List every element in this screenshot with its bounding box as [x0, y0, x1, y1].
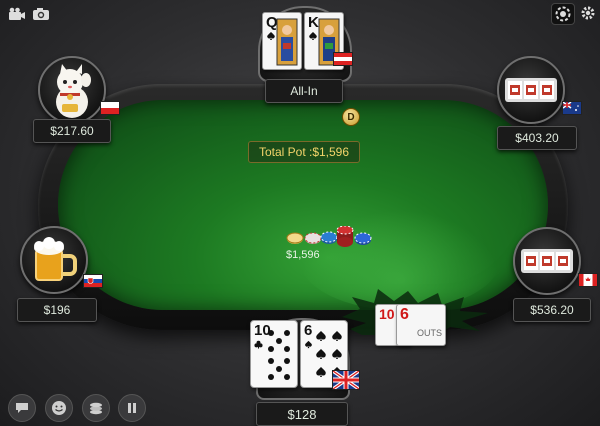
chat-icon [16, 403, 28, 413]
seat-left-stack: $196 [17, 298, 97, 322]
dealer-button: D [342, 108, 360, 126]
hero-card-1: 10 [250, 320, 298, 388]
total-pot-label: Total Pot :$1,596 [248, 141, 360, 163]
slovakia-flag-icon [83, 274, 103, 288]
video-camera-icon[interactable] [6, 4, 28, 24]
seat-right-avatar[interactable] [513, 227, 581, 295]
austria-flag-icon [333, 52, 353, 66]
slot-machine-icon [505, 78, 557, 102]
seat-left-avatar[interactable] [20, 226, 88, 294]
seat-top-card-1: Q [262, 12, 302, 70]
seat-top-status: All-In [265, 79, 343, 103]
beer-mug-icon [34, 237, 77, 281]
seat-top-left-stack: $217.60 [33, 119, 111, 143]
pause-button[interactable] [118, 394, 146, 422]
seat-top-left-avatar[interactable] [38, 56, 106, 124]
lucky-cat-icon [56, 64, 91, 118]
slot-machine-icon [521, 249, 573, 273]
australia-flag-icon [562, 101, 582, 115]
canada-flag-icon [578, 273, 598, 287]
camera-icon[interactable] [30, 4, 52, 24]
chip-stack-icon [90, 402, 102, 415]
outs-card-2: 6 OUTS [396, 304, 446, 346]
chip-stack-button[interactable] [82, 394, 110, 422]
pause-icon [128, 403, 136, 413]
chat-button[interactable] [8, 394, 36, 422]
emoji-icon [52, 401, 66, 415]
hero-stack: $128 [256, 402, 348, 426]
seat-top-right-avatar[interactable] [497, 56, 565, 124]
seat-top-right-stack: $403.20 [497, 126, 577, 150]
clubs-pip-grid-icon [268, 330, 290, 380]
chip-settings-icon[interactable] [551, 3, 575, 25]
emoji-button[interactable] [45, 394, 73, 422]
poland-flag-icon [100, 101, 120, 115]
seat-right-stack: $536.20 [513, 298, 591, 322]
gear-icon[interactable] [577, 3, 599, 23]
uk-flag-icon [332, 370, 360, 390]
pot-chips [286, 226, 372, 247]
pot-chips-amount: $1,596 [286, 249, 320, 261]
outs-label: OUTS [417, 328, 443, 338]
